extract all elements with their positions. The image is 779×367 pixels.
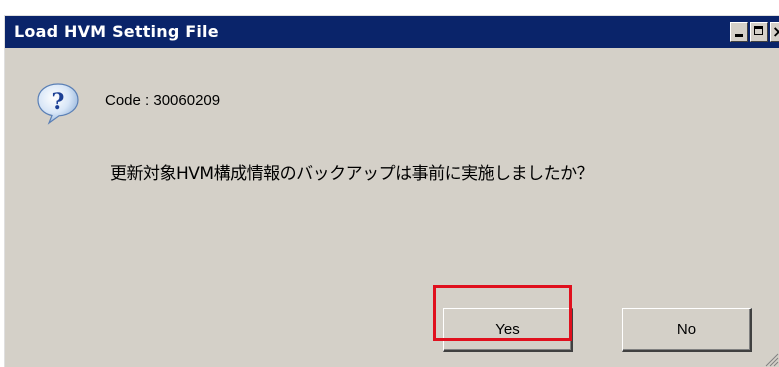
dialog-message: 更新対象HVM構成情報のバックアップは事前に実施しましたか？: [110, 164, 594, 184]
yes-button[interactable]: Yes: [443, 308, 573, 352]
svg-text:?: ?: [52, 89, 65, 115]
close-icon[interactable]: ×: [770, 22, 779, 42]
minimize-icon[interactable]: [730, 22, 748, 42]
resize-grip-icon[interactable]: [763, 351, 779, 367]
no-button[interactable]: No: [622, 308, 752, 352]
dialog-window: Load HVM Setting File × ? Code : 3006020…: [4, 15, 779, 367]
question-icon: ?: [37, 83, 79, 125]
window-title: Load HVM Setting File: [14, 22, 219, 41]
error-code: Code : 30060209: [105, 92, 221, 109]
window-controls: ×: [730, 22, 779, 42]
title-bar[interactable]: Load HVM Setting File ×: [5, 16, 779, 48]
maximize-icon[interactable]: [750, 22, 768, 42]
